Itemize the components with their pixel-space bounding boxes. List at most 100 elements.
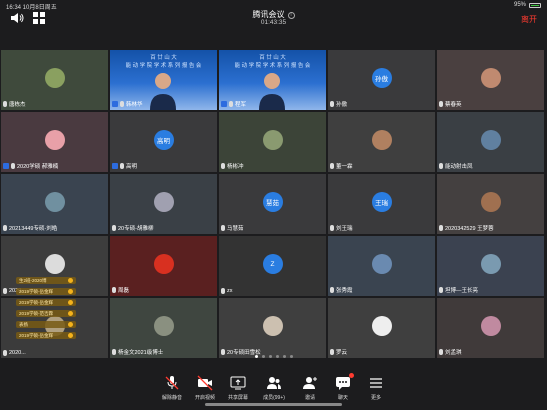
mic-icon [221,349,225,355]
toolbar-label: 聊天 [337,395,348,401]
page-dot[interactable] [290,355,293,358]
avatar [480,254,501,274]
page-dot[interactable] [255,355,258,358]
toolbar-label: 成员(99+) [263,395,285,401]
chat-chip-text: 2019学硕-岳金辉 [19,289,54,294]
toolbar-button-chat[interactable]: 聊天 [326,373,360,401]
toolbar-button-invite[interactable]: 邀请 [293,375,327,401]
page-dot[interactable] [276,355,279,358]
participant-tile[interactable]: 高明 高明 [110,112,217,172]
participant-name: 高明 [112,162,137,170]
thumbs-up-icon [68,333,73,338]
participant-name: 2020... [3,350,26,356]
participant-tile[interactable]: 罗云 [328,298,435,358]
participant-name-text: 20213449专硕-刘皓 [9,226,58,232]
thumbs-up-icon [68,278,73,283]
participant-tile[interactable]: 慧茹 马慧茹 [219,174,326,234]
participant-name-text: 唐栋杰 [9,102,26,108]
participant-tile[interactable]: 杨彬冲 [219,112,326,172]
avatar: Z [262,254,283,274]
participant-name-text: 杨金文2021级博士 [118,350,164,356]
unread-badge [349,373,354,378]
participant-tile[interactable]: 能动射击凤 [437,112,544,172]
page-indicator[interactable] [255,355,293,358]
participant-name: 2020342529 王梦蓉 [439,224,494,232]
mic-icon [112,349,116,355]
participant-name: 马慧茹 [221,224,244,232]
toolbar-button-share-screen[interactable]: 共享屏幕 [221,375,255,401]
participant-name-text: 蔡春英 [445,102,462,108]
meeting-header: 腾讯会议 i 01:43:35 离开 [0,8,547,30]
participant-tile[interactable]: 王瑞 刘王瑞 [328,174,435,234]
chat-chip-text: 2019学硕-岳金辉 [19,300,54,305]
mic-icon [439,101,443,107]
toolbar-button-members[interactable]: 成员(99+) [257,375,291,401]
participant-tile[interactable]: 百 廿 山 大能 动 学 院 学 术 系 列 报 告 会程军 [219,50,326,110]
participant-name-text: 高明 [126,164,138,170]
mic-icon [330,163,334,169]
participant-tile[interactable]: 20专硕田雪松 [219,298,326,358]
avatar [480,130,501,150]
participant-name-text: 能动射击凤 [445,164,473,170]
avatar [371,316,392,336]
host-icon [112,101,118,107]
participant-name: 孙傲 [330,100,347,108]
participant-tile[interactable]: Zzx [219,236,326,296]
participant-tile[interactable]: 百 廿 山 大能 动 学 院 学 术 系 列 报 告 会韩林华 [110,50,217,110]
participant-tile[interactable]: 唐栋杰 [1,50,108,110]
participant-name-text: zx [227,288,233,294]
avatar [371,130,392,150]
share-screen-icon [230,376,246,390]
participant-name: 周磊 [112,286,129,294]
host-icon [221,101,227,107]
host-icon [112,163,118,169]
chat-chip[interactable]: 表扬 [16,321,76,328]
participant-tile[interactable]: 刘孟琪 [437,298,544,358]
participant-tile[interactable]: 孙傲 孙傲 [328,50,435,110]
toolbar-button-video-off[interactable]: 开启视频 [188,375,222,401]
participant-tile[interactable]: 坦博—王长亮 [437,236,544,296]
chat-chip[interactable]: 2019学硕-范吉霖 [16,310,76,317]
participant-tile[interactable]: 蔡春英 [437,50,544,110]
participant-tile[interactable]: 2020学硕 郝雅楠 [1,112,108,172]
participant-tile[interactable]: 20专硕-胡雅柳 [110,174,217,234]
participant-name: 程军 [221,100,246,108]
participant-name-text: 孙傲 [336,102,348,108]
mic-icon [221,225,225,231]
video-off-icon [197,375,213,391]
participant-name: 杨彬冲 [221,162,244,170]
participant-tile[interactable]: 董一霖 [328,112,435,172]
toolbar-label: 解除静音 [161,395,182,401]
home-indicator[interactable] [205,403,342,406]
info-icon[interactable]: i [287,12,295,19]
chat-chip[interactable]: 2019学硕-岳金辉 [16,332,76,339]
participant-tile[interactable]: 20213449专硕-刘皓 [1,174,108,234]
page-dot[interactable] [283,355,286,358]
participant-tile[interactable]: 杨金文2021级博士 [110,298,217,358]
participant-tile[interactable]: 张秀霞 [328,236,435,296]
participant-tile[interactable]: 周磊 [110,236,217,296]
mic-icon [330,349,334,355]
toolbar-button-more[interactable]: 更多 [359,375,393,401]
mic-icon [221,163,225,169]
chat-chip[interactable]: 生2班-2020博 [16,277,76,284]
avatar [153,192,174,212]
chat-chip[interactable]: 2019学硕-岳金辉 [16,288,76,295]
participant-name-text: 刘王瑞 [336,226,353,232]
toolbar-button-mic-off[interactable]: 解除静音 [155,375,189,401]
chat-chip[interactable]: 2019学硕-岳金辉 [16,299,76,306]
participant-tile[interactable]: 2020342529 王梦蓉 [437,174,544,234]
avatar [371,254,392,274]
mic-icon [112,287,116,293]
participant-name-text: 2020学硕 郝雅楠 [17,164,59,170]
page-dot[interactable] [262,355,265,358]
avatar [480,68,501,88]
toolbar-label: 共享屏幕 [227,395,248,401]
more-icon [370,378,382,388]
participant-name-text: 韩林华 [126,102,143,108]
participant-name: 唐栋杰 [3,100,26,108]
mic-icon [3,225,7,231]
leave-button[interactable]: 离开 [521,14,537,25]
mic-icon [11,163,15,169]
page-dot[interactable] [269,355,272,358]
